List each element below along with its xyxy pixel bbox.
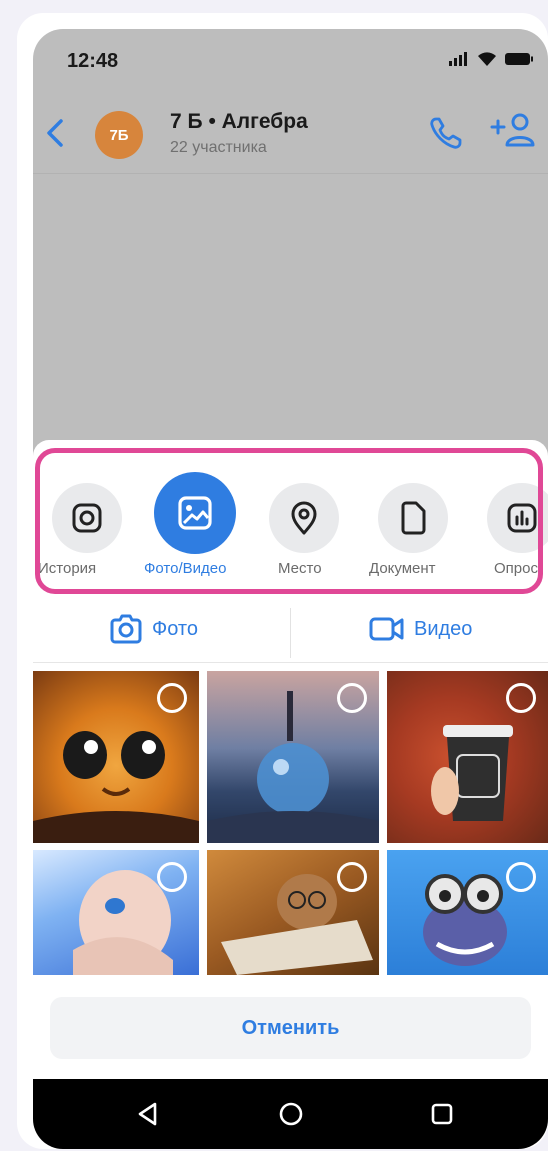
phone-screen: 12:48 7Б 7 Б • Алгебра 22 участника Исто… bbox=[33, 29, 548, 1149]
nav-home-icon[interactable] bbox=[278, 1101, 304, 1127]
signal-icon bbox=[449, 52, 467, 66]
chat-title[interactable]: 7 Б • Алгебра bbox=[170, 110, 308, 134]
video-camera-icon bbox=[369, 617, 404, 641]
chat-members-count: 22 участника bbox=[170, 139, 267, 156]
select-circle[interactable] bbox=[506, 683, 536, 713]
tab-photo-label: Фото bbox=[152, 617, 198, 640]
gallery-thumb[interactable] bbox=[387, 671, 548, 843]
status-time: 12:48 bbox=[67, 50, 119, 72]
attachment-row-highlight bbox=[35, 448, 543, 594]
wifi-icon bbox=[478, 52, 496, 66]
android-nav-bar bbox=[33, 1079, 548, 1149]
nav-back-icon[interactable] bbox=[135, 1101, 161, 1127]
media-tabs: Фото Видео bbox=[33, 600, 548, 663]
status-bar: 12:48 bbox=[33, 29, 548, 91]
tab-video-label: Видео bbox=[414, 617, 473, 640]
chat-avatar[interactable]: 7Б bbox=[95, 111, 143, 159]
nav-recents-icon[interactable] bbox=[429, 1101, 455, 1127]
gallery-thumb[interactable] bbox=[207, 671, 379, 843]
chat-header: 7Б 7 Б • Алгебра 22 участника bbox=[33, 93, 548, 174]
gallery-thumb[interactable] bbox=[33, 850, 199, 975]
cancel-button[interactable]: Отменить bbox=[50, 997, 531, 1059]
tab-video[interactable]: Видео bbox=[368, 614, 472, 644]
gallery-thumb[interactable] bbox=[387, 850, 548, 975]
add-member-icon[interactable] bbox=[489, 111, 537, 151]
status-icons bbox=[448, 51, 534, 67]
select-circle[interactable] bbox=[337, 683, 367, 713]
phone-call-icon[interactable] bbox=[426, 113, 466, 153]
camera-icon bbox=[110, 614, 142, 644]
avatar-initials: 7Б bbox=[109, 126, 129, 144]
tab-photo[interactable]: Фото bbox=[108, 614, 198, 644]
media-gallery bbox=[33, 671, 548, 975]
battery-icon bbox=[505, 53, 533, 65]
select-circle[interactable] bbox=[157, 683, 187, 713]
select-circle[interactable] bbox=[337, 862, 367, 892]
gallery-thumb[interactable] bbox=[33, 671, 199, 843]
gallery-thumb[interactable] bbox=[207, 850, 379, 975]
back-arrow-icon[interactable] bbox=[41, 115, 71, 151]
select-circle[interactable] bbox=[506, 862, 536, 892]
select-circle[interactable] bbox=[157, 862, 187, 892]
tab-divider bbox=[290, 608, 291, 658]
attachment-sheet: История Фото/Видео Место Документ Опрос … bbox=[33, 440, 548, 1149]
